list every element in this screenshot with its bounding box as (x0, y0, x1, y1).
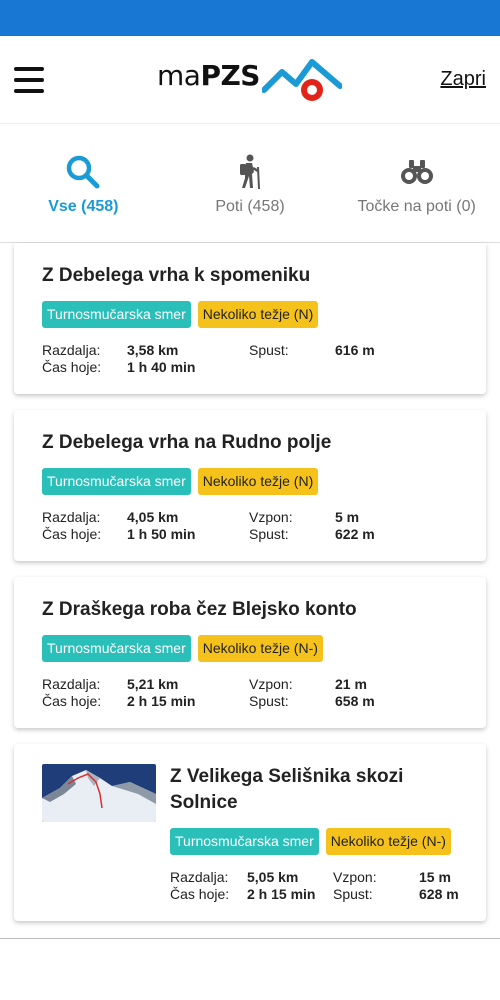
stat-label: Čas hoje: (42, 693, 102, 709)
stat-label: Vzpon: (333, 869, 377, 885)
bottom-divider (0, 938, 500, 939)
binoculars-icon (400, 154, 434, 190)
route-type-badge: Turnosmučarska smer (170, 828, 319, 855)
stat-value: 2 h 15 min (127, 693, 196, 709)
difficulty-badge: Nekoliko težje (N-) (197, 635, 323, 662)
difficulty-badge: Nekoliko težje (N) (197, 301, 319, 328)
tab-routes-label: Poti (458) (215, 198, 285, 215)
stat-label (249, 359, 335, 376)
logo-brand: PZS (200, 59, 260, 92)
stat-value (335, 359, 458, 376)
route-stats: Razdalja: 5,21 km Vzpon: 21 m Čas hoje: … (42, 676, 458, 710)
tab-routes[interactable]: Poti (458) (167, 124, 334, 242)
mountain-logo-icon (261, 59, 342, 101)
route-title: Z Velikega Selišnika skozi Solnice (170, 766, 404, 813)
tab-points-label: Točke na poti (0) (357, 198, 476, 215)
tab-all[interactable]: Vse (458) (0, 124, 167, 242)
stat-value: 15 m (419, 869, 451, 885)
route-stats: Razdalja: 3,58 km Spust: 616 m Čas hoje:… (42, 342, 458, 376)
stat-value: 658 m (335, 693, 375, 709)
route-card[interactable]: Z Debelega vrha na Rudno polje Turnosmuč… (14, 410, 486, 561)
difficulty-badge: Nekoliko težje (N) (197, 468, 319, 495)
stat-value: 4,05 km (127, 509, 179, 525)
stat-label: Spust: (249, 693, 289, 709)
route-card[interactable]: Z Draškega roba čez Blejsko konto Turnos… (14, 577, 486, 728)
routes-list: Z Debelega vrha k spomeniku Turnosmučars… (0, 243, 500, 921)
route-type-badge: Turnosmučarska smer (42, 301, 191, 328)
tab-points[interactable]: Točke na poti (0) (333, 124, 500, 242)
mapzs-logo: maPZS (157, 52, 342, 108)
route-type-badge: Turnosmučarska smer (42, 468, 191, 495)
stat-value: 1 h 50 min (127, 526, 196, 542)
route-title: Z Debelega vrha k spomeniku (42, 265, 311, 286)
stat-label: Vzpon: (249, 509, 293, 525)
stat-value: 5,21 km (127, 676, 179, 692)
stat-label: Spust: (249, 526, 289, 542)
route-thumbnail (42, 764, 156, 822)
stat-value: 628 m (419, 886, 459, 902)
difficulty-badge: Nekoliko težje (N-) (325, 828, 451, 855)
stat-label: Razdalja: (42, 342, 101, 358)
route-title: Z Debelega vrha na Rudno polje (42, 432, 332, 453)
stat-label: Čas hoje: (170, 886, 230, 902)
logo-prefix: ma (157, 59, 201, 92)
route-card[interactable]: Z Velikega Selišnika skozi Solnice Turno… (14, 744, 486, 921)
route-type-badge: Turnosmučarska smer (42, 635, 191, 662)
close-link[interactable]: Zapri (440, 68, 486, 91)
tab-all-label: Vse (458) (48, 198, 119, 215)
stat-value: 622 m (335, 526, 375, 542)
hamburger-menu-icon[interactable] (14, 66, 44, 93)
stat-value: 3,58 km (127, 342, 179, 358)
stat-value: 5 m (335, 509, 360, 525)
stat-label: Spust: (249, 342, 289, 358)
route-title: Z Draškega roba čez Blejsko konto (42, 599, 357, 620)
route-card[interactable]: Z Debelega vrha k spomeniku Turnosmučars… (14, 243, 486, 394)
stat-label: Vzpon: (249, 676, 293, 692)
stat-value: 2 h 15 min (247, 886, 316, 902)
stat-label: Čas hoje: (42, 359, 102, 375)
stat-value: 1 h 40 min (127, 359, 196, 375)
hiker-icon (237, 154, 263, 190)
stat-value: 616 m (335, 342, 375, 358)
stat-label: Razdalja: (42, 676, 101, 692)
stat-label: Razdalja: (170, 869, 229, 885)
route-stats: Razdalja: 4,05 km Vzpon: 5 m Čas hoje: 1… (42, 509, 458, 543)
stat-value: 5,05 km (247, 869, 299, 885)
stat-label: Čas hoje: (42, 526, 102, 542)
stat-value: 21 m (335, 676, 367, 692)
route-stats: Razdalja: 5,05 km Vzpon: 15 m Čas hoje: … (170, 869, 472, 903)
status-bar (0, 0, 500, 36)
search-icon (66, 154, 100, 190)
filter-tabs: Vse (458) Poti (458) Točke na poti (0) (0, 124, 500, 243)
app-header: maPZS Zapri (0, 36, 500, 124)
stat-label: Spust: (333, 886, 373, 902)
stat-label: Razdalja: (42, 509, 101, 525)
